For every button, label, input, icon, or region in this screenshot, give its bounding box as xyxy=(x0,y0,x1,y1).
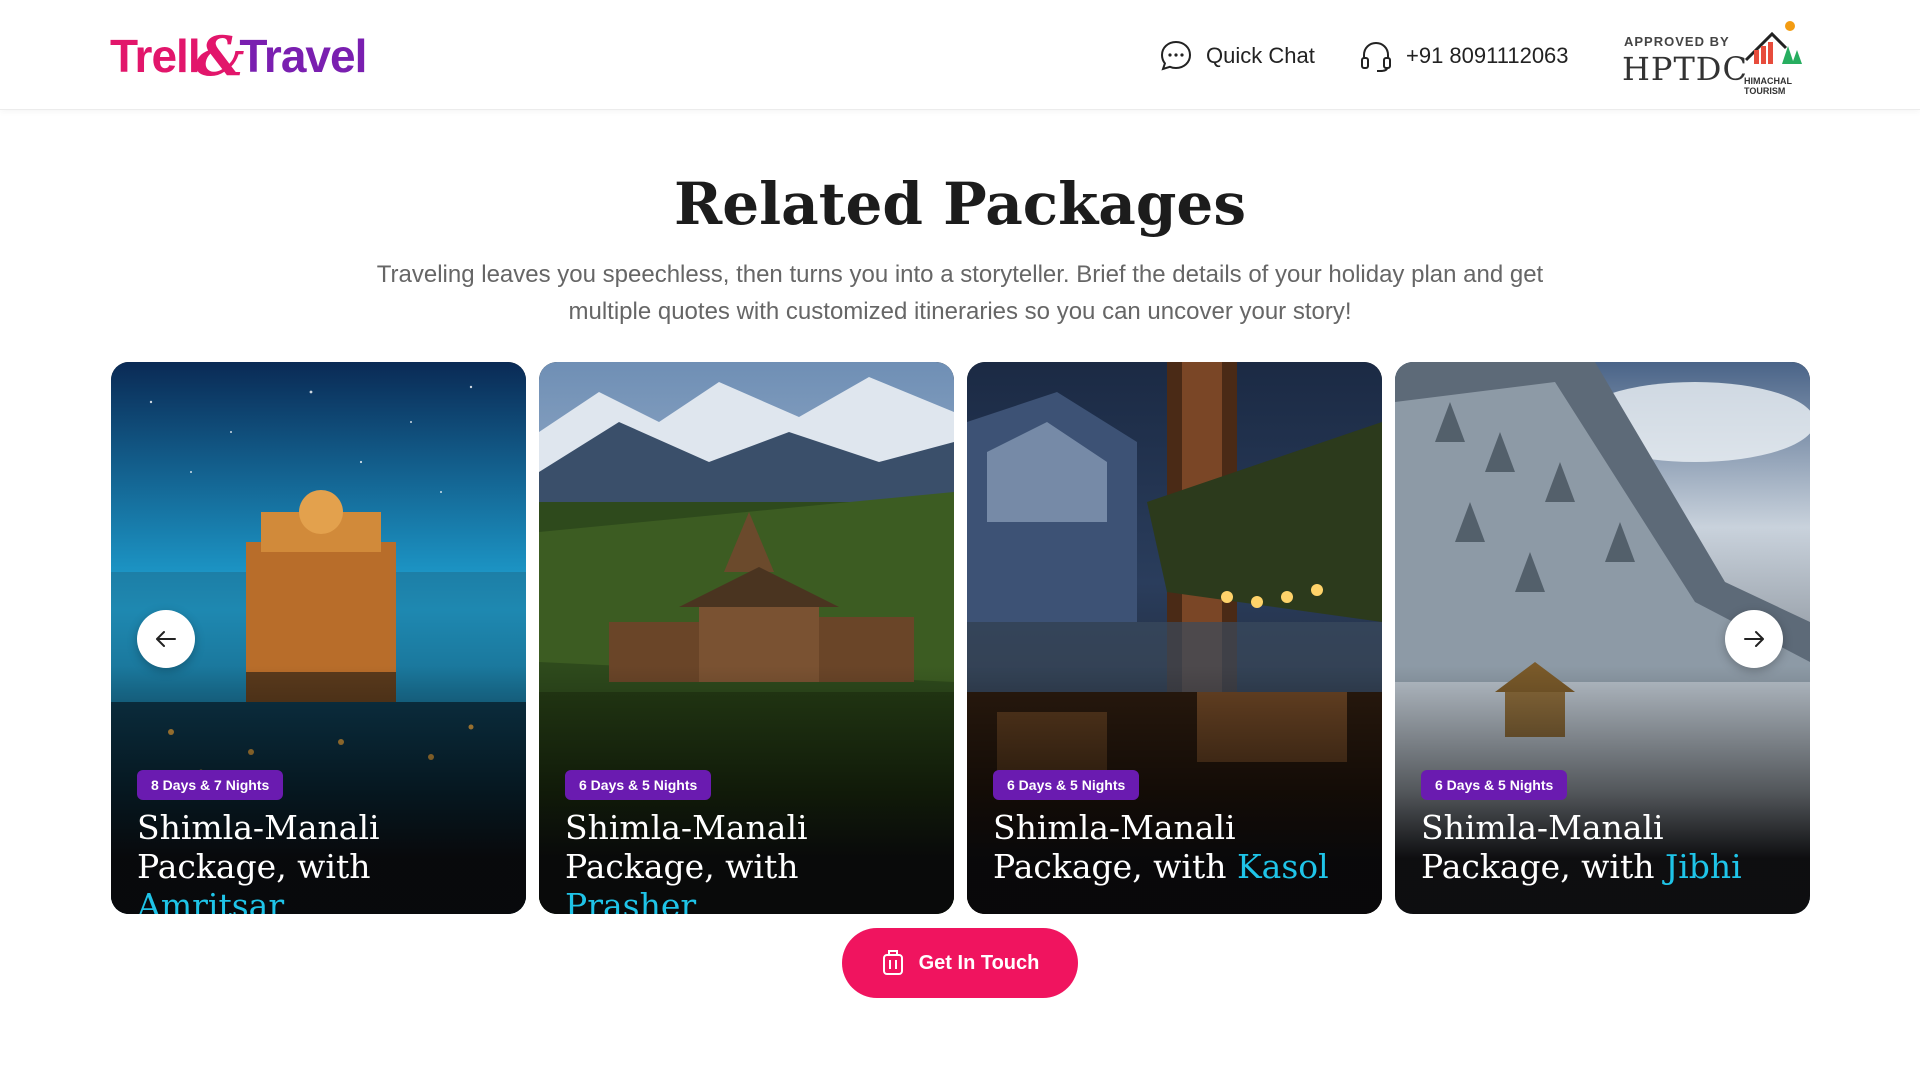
card-title-prefix: Package, with xyxy=(993,847,1237,886)
headset-icon xyxy=(1361,41,1391,72)
hptdc-text: HPTDC xyxy=(1622,50,1748,88)
duration-badge: 6 Days & 5 Nights xyxy=(1421,770,1568,800)
hptdc-approval-badge: APPROVED BY HPTDC HIMACHAL TOURISM xyxy=(1622,20,1812,96)
section-description: Traveling leaves you speechless, then tu… xyxy=(376,261,1544,325)
logo-part-1: Trell xyxy=(110,30,201,82)
approved-by-text: APPROVED BY xyxy=(1624,34,1730,49)
carousel-prev-button[interactable] xyxy=(137,610,195,668)
card-title: Shimla-Manali Package, with Jibhi xyxy=(1421,808,1791,886)
card-destination: Kasol xyxy=(1237,847,1329,886)
phone-link[interactable]: +91 8091112063 xyxy=(1358,36,1569,76)
logo-part-2: Travel xyxy=(239,30,367,82)
package-carousel: 8 Days & 7 Nights Shimla-Manali Package,… xyxy=(111,362,1810,914)
card-title-line-2: Package, with Amritsar xyxy=(137,847,507,914)
logo-ampersand: & xyxy=(195,24,245,88)
card-destination: Amritsar xyxy=(137,886,285,914)
card-title: Shimla-Manali Package, with Kasol xyxy=(993,808,1363,886)
arrow-right-icon xyxy=(1744,631,1764,647)
duration-badge: 8 Days & 7 Nights xyxy=(137,770,284,800)
duration-badge: 6 Days & 5 Nights xyxy=(993,770,1140,800)
card-title-line-2: Package, with Prasher xyxy=(565,847,935,914)
himachal-tourism-text: HIMACHAL TOURISM xyxy=(1744,76,1792,96)
section-title: Related Packages xyxy=(674,170,1246,238)
card-title-line-1: Shimla-Manali xyxy=(1421,808,1664,847)
card-title-line-1: Shimla-Manali xyxy=(137,808,380,847)
carousel-next-button[interactable] xyxy=(1725,610,1783,668)
tourism-line-1: HIMACHAL xyxy=(1744,76,1792,86)
package-card[interactable]: 6 Days & 5 Nights Shimla-Manali Package,… xyxy=(539,362,954,914)
site-header: Trell & Travel Quick Chat +91 8091112063… xyxy=(0,0,1920,110)
card-title-prefix: Package, with xyxy=(565,847,799,886)
card-title-line-2: Package, with Jibhi xyxy=(1421,847,1791,886)
himachal-tourism-logo-icon xyxy=(1744,21,1802,64)
package-card[interactable]: 6 Days & 5 Nights Shimla-Manali Package,… xyxy=(967,362,1382,914)
brand-logo[interactable]: Trell & Travel xyxy=(110,24,367,88)
get-in-touch-button[interactable]: Get In Touch xyxy=(842,928,1078,998)
card-destination: Prasher xyxy=(565,886,697,914)
chat-bubble-icon xyxy=(1160,40,1192,71)
card-title-line-1: Shimla-Manali xyxy=(993,808,1236,847)
card-title-prefix: Package, with xyxy=(137,847,371,886)
get-in-touch-label: Get In Touch xyxy=(918,951,1040,974)
quick-chat-label: Quick Chat xyxy=(1206,43,1315,68)
luggage-icon xyxy=(882,950,903,975)
card-title-prefix: Package, with xyxy=(1421,847,1665,886)
card-title: Shimla-Manali Package, with Amritsar xyxy=(137,808,507,914)
quick-chat-link[interactable]: Quick Chat xyxy=(1158,36,1315,76)
card-title-line-2: Package, with Kasol xyxy=(993,847,1363,886)
card-title-line-1: Shimla-Manali xyxy=(565,808,808,847)
card-title: Shimla-Manali Package, with Prasher xyxy=(565,808,935,914)
card-destination: Jibhi xyxy=(1665,847,1742,886)
arrow-left-icon xyxy=(156,631,176,647)
phone-number: +91 8091112063 xyxy=(1406,43,1569,68)
duration-badge: 6 Days & 5 Nights xyxy=(565,770,712,800)
tourism-line-2: TOURISM xyxy=(1744,86,1786,96)
